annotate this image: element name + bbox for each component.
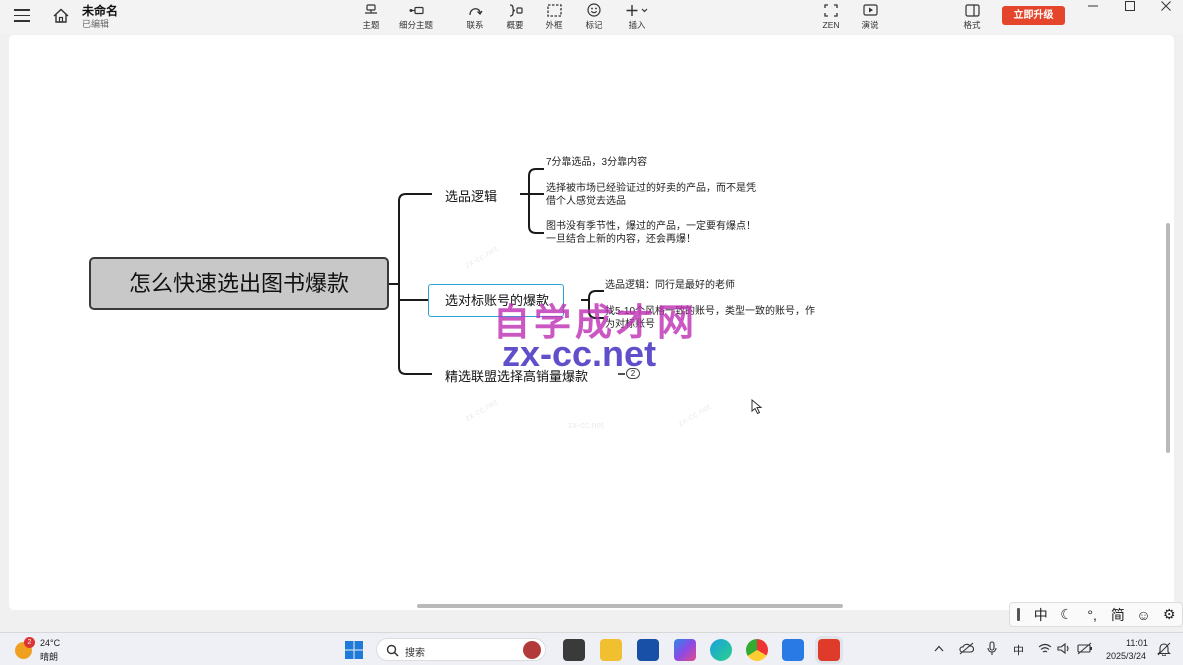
ime-drag-handle[interactable]: [1017, 608, 1020, 621]
relationship-button[interactable]: 联系: [465, 3, 485, 31]
collapsed-count-badge[interactable]: 2: [626, 368, 640, 379]
cloud-offline-icon[interactable]: [959, 642, 974, 655]
summary-button[interactable]: 概要: [505, 3, 525, 31]
zen-button[interactable]: ZEN: [820, 3, 842, 31]
format-button[interactable]: 格式: [961, 3, 983, 31]
weather-badge: 2: [24, 637, 35, 648]
menu-icon[interactable]: [14, 9, 30, 23]
pitch-button[interactable]: 演说: [860, 3, 880, 31]
notification-bell-icon[interactable]: [1157, 642, 1171, 656]
copilot-icon[interactable]: [674, 639, 696, 661]
close-icon[interactable]: [1151, 0, 1181, 12]
boundary-button[interactable]: 外框: [544, 3, 564, 31]
clock-date[interactable]: 2025/3/24: [1106, 651, 1146, 661]
marker-icon: [587, 3, 601, 17]
windows-start-icon[interactable]: [343, 639, 365, 661]
branch-topic-alliance-bestsellers[interactable]: 精选联盟选择高销量爆款: [445, 366, 588, 385]
insert-label: 插入: [628, 20, 646, 30]
subtopic[interactable]: 找5-10个风格一致的账号，类型一致的账号，作 为对标账号: [605, 305, 815, 331]
insert-button[interactable]: 插入: [624, 3, 650, 31]
chrome-browser-icon[interactable]: [746, 639, 768, 661]
branch-topic-benchmark-accounts[interactable]: 选对标账号的爆款: [428, 284, 565, 317]
relationship-icon: [468, 7, 483, 15]
ime-toolbar: 中 ☾ °, 简 ☺ ⚙: [1009, 602, 1183, 627]
format-icon: [964, 3, 980, 17]
central-topic[interactable]: 怎么快速选出图书爆款: [89, 257, 389, 310]
horizontal-scrollbar[interactable]: [417, 604, 843, 608]
marker-label: 标记: [585, 20, 603, 30]
taskbar-search-input[interactable]: 搜索: [376, 638, 546, 661]
boundary-icon: [546, 3, 562, 17]
subtopic-label: 细分主题: [398, 20, 433, 30]
subtopic-icon: [409, 6, 424, 14]
subtopic[interactable]: 7分靠选品，3分靠内容: [546, 156, 647, 169]
weather-temperature[interactable]: 24°C: [40, 638, 60, 648]
ime-punctuation-toggle[interactable]: °,: [1079, 607, 1105, 623]
relationship-label: 联系: [466, 20, 484, 30]
mindmap-canvas[interactable]: [9, 35, 1174, 610]
search-highlight-icon[interactable]: [523, 641, 541, 659]
branch-topic-selection-logic[interactable]: 选品逻辑: [445, 186, 497, 205]
app-toolbar: 未命名 已编辑 主题 细分主题 联系 概要 外框 标记 插入 ZEN 演说 格式…: [0, 0, 1183, 34]
file-explorer-icon[interactable]: [600, 639, 622, 661]
microsoft-store-icon[interactable]: [637, 639, 659, 661]
vertical-scrollbar[interactable]: [1166, 223, 1170, 453]
edge-browser-icon[interactable]: [710, 639, 732, 661]
input-language-indicator[interactable]: 中: [1013, 642, 1024, 658]
pitch-icon: [862, 3, 878, 16]
ime-moon-icon[interactable]: ☾: [1054, 606, 1080, 623]
ime-settings-icon[interactable]: ⚙: [1156, 606, 1182, 623]
search-icon: [386, 644, 399, 657]
format-label: 格式: [963, 20, 981, 30]
volume-icon[interactable]: [1057, 642, 1071, 655]
zen-label: ZEN: [822, 20, 840, 30]
topic-button[interactable]: 主题: [361, 3, 381, 31]
photos-app-icon[interactable]: [782, 639, 804, 661]
weather-condition[interactable]: 晴朗: [40, 650, 58, 663]
battery-icon[interactable]: [1077, 642, 1093, 655]
summary-label: 概要: [506, 20, 524, 30]
clock-time[interactable]: 11:01: [1126, 638, 1148, 648]
ime-chinese-toggle[interactable]: 中: [1028, 605, 1054, 625]
maximize-icon[interactable]: [1115, 0, 1145, 12]
ime-simplified-toggle[interactable]: 简: [1105, 605, 1131, 625]
summary-icon: [509, 3, 523, 17]
ime-emoji-icon[interactable]: ☺: [1131, 607, 1157, 623]
task-view-icon[interactable]: [563, 639, 585, 661]
search-placeholder: 搜索: [405, 648, 425, 659]
mouse-cursor-icon: [751, 399, 763, 415]
chevron-up-icon[interactable]: [934, 645, 944, 652]
wifi-icon[interactable]: [1038, 643, 1052, 654]
upgrade-button[interactable]: 立即升级: [1002, 6, 1065, 25]
document-status: 已编辑: [82, 19, 110, 29]
zen-icon: [824, 4, 838, 17]
subtopic-button[interactable]: 细分主题: [397, 3, 435, 31]
windows-taskbar: 2 24°C 晴朗 搜索 中 11:01 2025/3/24: [0, 632, 1183, 665]
pitch-label: 演说: [861, 20, 879, 30]
minimize-icon[interactable]: [1078, 0, 1108, 12]
topic-label: 主题: [362, 20, 380, 30]
microphone-icon[interactable]: [987, 641, 997, 656]
topic-icon: [365, 3, 377, 14]
home-icon[interactable]: [52, 7, 70, 25]
subtopic[interactable]: 选择被市场已经验证过的好卖的产品，而不是凭 借个人感觉去选品: [546, 182, 756, 208]
subtopic[interactable]: 图书没有季节性，爆过的产品，一定要有爆点！ 一旦结合上新的内容，还会再爆！: [546, 220, 756, 246]
xmind-app-icon[interactable]: [818, 639, 840, 661]
marker-button[interactable]: 标记: [584, 3, 604, 31]
boundary-label: 外框: [545, 20, 563, 30]
insert-icon: [626, 4, 648, 16]
subtopic[interactable]: 选品逻辑：同行是最好的老师: [605, 279, 735, 292]
